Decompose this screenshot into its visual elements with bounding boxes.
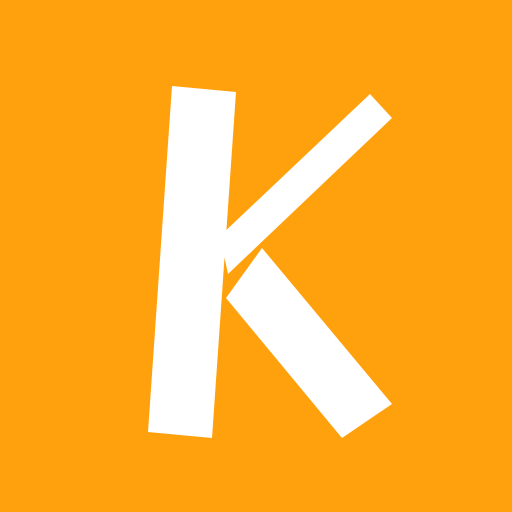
app-icon bbox=[0, 0, 512, 512]
k-lower-leg-shape bbox=[226, 248, 392, 438]
k-stem-shape bbox=[148, 86, 236, 438]
k-logo-icon bbox=[148, 86, 392, 438]
k-upper-arm-shape bbox=[220, 94, 392, 274]
